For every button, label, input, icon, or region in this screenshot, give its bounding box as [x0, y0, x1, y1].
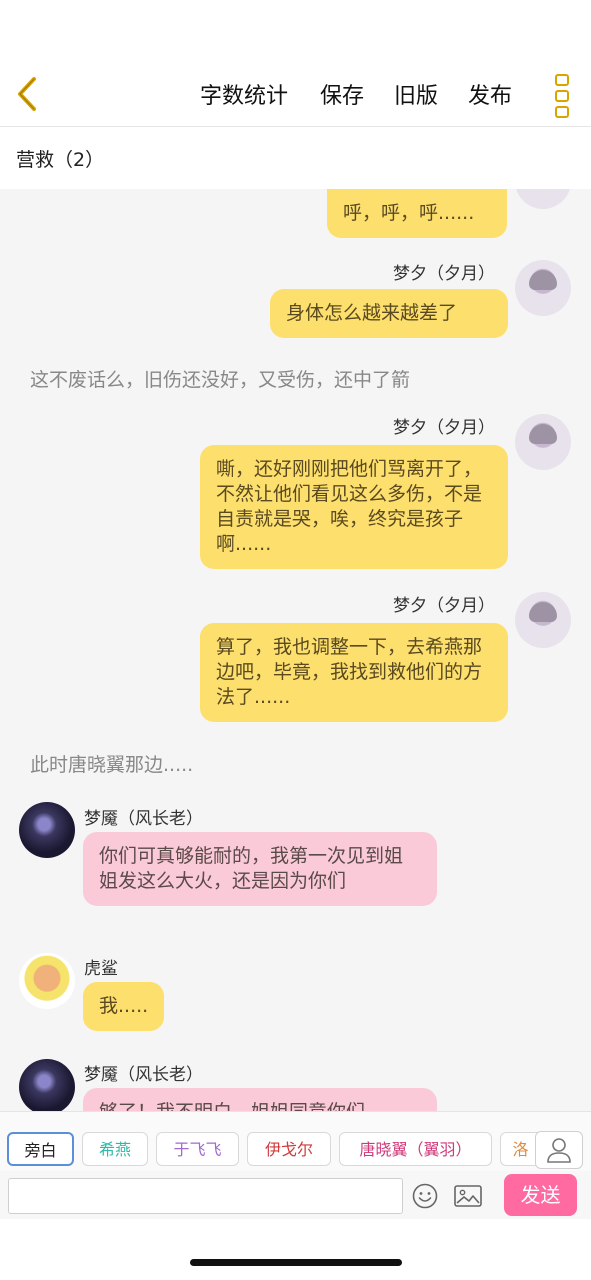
avatar[interactable]	[515, 260, 571, 316]
character-chip-yufeifei[interactable]: 于飞飞	[156, 1132, 239, 1166]
speaker-name: 梦夕（夕月）	[393, 418, 495, 438]
message-bubble[interactable]: 身体怎么越来越差了	[270, 289, 508, 338]
message-bubble[interactable]: 算了，我也调整一下，去希燕那边吧，毕竟，我找到救他们的方法了......	[200, 623, 508, 722]
old-version-button[interactable]: 旧版	[394, 78, 438, 110]
message-bubble[interactable]: 我.....	[83, 982, 164, 1031]
emoji-icon[interactable]	[412, 1183, 438, 1209]
message-bubble[interactable]: 嘶，还好刚刚把他们骂离开了，不然让他们看见这么多伤，不是自责就是哭，唉，终究是孩…	[200, 445, 508, 569]
narration-text[interactable]: 这不废话么，旧伤还没好，又受伤，还中了箭	[30, 365, 410, 392]
character-chip-xiyan[interactable]: 希燕	[82, 1132, 148, 1166]
image-icon[interactable]	[454, 1184, 482, 1208]
chapter-title: 营救（2）	[16, 149, 105, 171]
avatar[interactable]	[19, 802, 75, 858]
person-icon[interactable]	[535, 1131, 583, 1169]
person-glyph-icon	[547, 1138, 571, 1163]
avatar[interactable]	[515, 592, 571, 648]
avatar[interactable]	[19, 953, 75, 1009]
word-count-button[interactable]: 字数统计	[200, 78, 288, 110]
speaker-name: 梦魇（风长老）	[84, 809, 203, 829]
send-button[interactable]: 发送	[504, 1174, 577, 1216]
character-bar: 旁白 希燕 于飞飞 伊戈尔 唐晓翼（翼羽） 洛	[0, 1111, 591, 1172]
speaker-name: 梦夕（夕月）	[393, 264, 495, 284]
top-bar: 字数统计 保存 旧版 发布	[0, 60, 591, 126]
character-chip-luo[interactable]: 洛	[500, 1132, 540, 1166]
speaker-name: 梦魇（风长老）	[84, 1065, 203, 1085]
chapter-title-bar[interactable]: 营救（2）	[0, 126, 591, 190]
back-chevron-icon[interactable]	[10, 74, 46, 114]
publish-button[interactable]: 发布	[468, 78, 512, 110]
message-input[interactable]	[8, 1178, 403, 1214]
input-row: 发送	[0, 1171, 591, 1219]
speaker-name: 虎鲨	[84, 959, 118, 979]
character-chip-tangxiaoyi[interactable]: 唐晓翼（翼羽）	[339, 1132, 492, 1166]
avatar[interactable]	[515, 189, 571, 209]
message-bubble[interactable]: 呼，呼，呼......	[327, 189, 507, 238]
more-icon[interactable]	[553, 74, 571, 118]
save-button[interactable]: 保存	[320, 78, 364, 110]
character-chip-narrator[interactable]: 旁白	[7, 1132, 74, 1166]
avatar[interactable]	[515, 414, 571, 470]
chat-area[interactable]: 呼，呼，呼...... 梦夕（夕月） 身体怎么越来越差了 这不废话么，旧伤还没好…	[0, 189, 591, 1111]
speaker-name: 梦夕（夕月）	[393, 596, 495, 616]
message-bubble[interactable]: 你们可真够能耐的，我第一次见到姐姐发这么大火，还是因为你们	[83, 832, 437, 906]
character-chip-yigeer[interactable]: 伊戈尔	[247, 1132, 331, 1166]
home-indicator	[190, 1259, 402, 1266]
narration-text[interactable]: 此时唐晓翼那边.....	[30, 750, 193, 777]
avatar[interactable]	[19, 1059, 75, 1111]
message-bubble[interactable]: 够了！我不明白，姐姐同意你们	[83, 1088, 437, 1111]
